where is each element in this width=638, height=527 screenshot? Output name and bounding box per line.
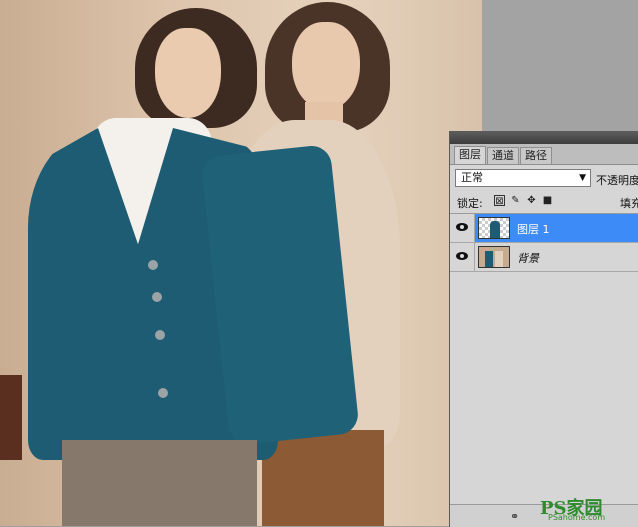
lock-all-icon[interactable]: ■ — [542, 195, 553, 206]
layers-panel: 图层 通道 路径 正常 ▼ 不透明度 锁定: ⊠ ✎ ✥ ■ 填充 图层 1 背… — [449, 131, 638, 527]
visibility-toggle[interactable] — [450, 243, 475, 271]
background-chair — [0, 375, 22, 460]
cardigan-button — [152, 292, 162, 302]
layer-thumbnail — [478, 246, 510, 268]
layer-row[interactable]: 图层 1 — [450, 214, 638, 243]
layer-name: 背景 — [517, 252, 539, 265]
blend-row: 正常 ▼ 不透明度 — [450, 165, 638, 191]
layer-name: 图层 1 — [517, 223, 550, 236]
left-girl-face — [155, 28, 221, 118]
lock-move-icon[interactable]: ✥ — [526, 195, 537, 206]
right-girl-pants — [262, 430, 384, 526]
blend-mode-value: 正常 — [461, 171, 483, 184]
panel-title-bar[interactable] — [450, 132, 638, 144]
opacity-label: 不透明度 — [596, 174, 638, 187]
eye-icon — [456, 223, 468, 231]
chevron-down-icon: ▼ — [579, 173, 586, 183]
cardigan-button — [158, 388, 168, 398]
lock-label: 锁定: — [457, 197, 483, 210]
layer-thumbnail — [478, 217, 510, 239]
photo-canvas[interactable] — [0, 0, 482, 526]
layer-row[interactable]: 背景 — [450, 243, 638, 272]
tab-layers[interactable]: 图层 — [454, 146, 486, 164]
watermark-url: PSahome.com — [548, 513, 606, 522]
link-icon[interactable]: ⚭ — [510, 510, 519, 523]
panel-tabs: 图层 通道 路径 — [450, 144, 638, 165]
tab-channels[interactable]: 通道 — [487, 147, 519, 164]
visibility-toggle[interactable] — [450, 214, 475, 242]
lock-brush-icon[interactable]: ✎ — [510, 195, 521, 206]
left-girl-pants — [62, 440, 257, 526]
right-girl-face — [292, 22, 360, 110]
cardigan-button — [155, 330, 165, 340]
blend-mode-select[interactable]: 正常 ▼ — [455, 169, 591, 187]
fill-label: 填充 — [620, 197, 638, 210]
tab-paths[interactable]: 路径 — [520, 147, 552, 164]
eye-icon — [456, 252, 468, 260]
lock-transparent-icon[interactable]: ⊠ — [494, 195, 505, 207]
cardigan-button — [148, 260, 158, 270]
lock-row: 锁定: ⊠ ✎ ✥ ■ 填充 — [450, 191, 638, 214]
